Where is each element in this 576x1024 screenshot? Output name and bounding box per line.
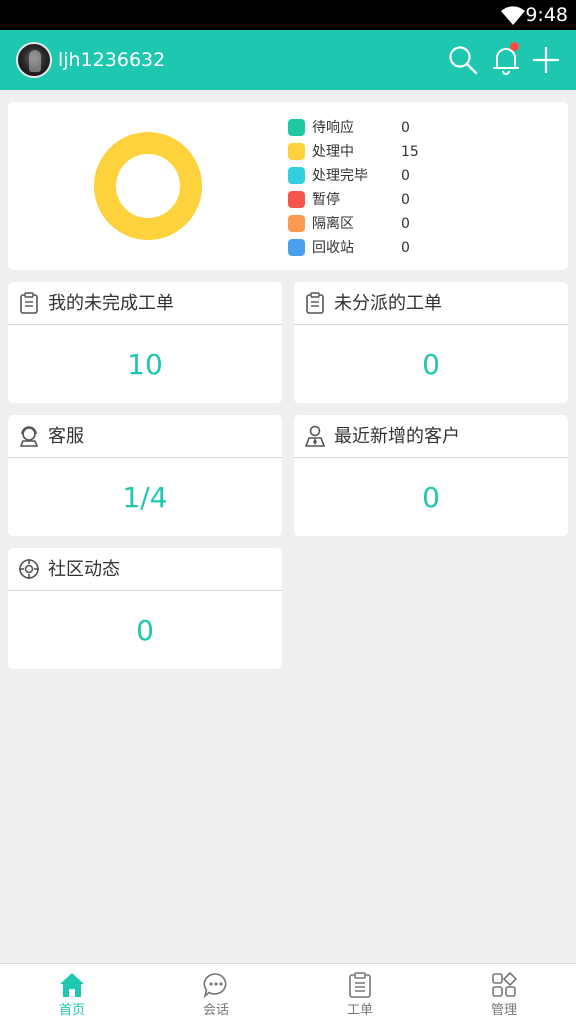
tile-value: 1/4 <box>122 481 168 514</box>
tile-unassigned-tickets[interactable]: 未分派的工单 0 <box>294 282 568 403</box>
target-icon <box>19 559 39 579</box>
avatar[interactable] <box>16 42 52 78</box>
legend-value: 0 <box>401 240 410 256</box>
agent-icon <box>19 426 39 447</box>
status-legend: 待响应 0 处理中 15 处理完毕 0 暂停 0 隔离区 0 回收站 0 <box>288 116 448 260</box>
legend-swatch <box>288 119 305 136</box>
legend-swatch <box>288 167 305 184</box>
nav-label: 管理 <box>490 1003 517 1018</box>
tile-recent-new-customers[interactable]: 最近新增的客户 0 <box>294 415 568 536</box>
status-bar: 9:48 <box>0 0 576 30</box>
tile-header: 我的未完成工单 <box>8 282 282 325</box>
tile-header: 社区动态 <box>8 548 282 591</box>
bottom-navigation: 首页 会话 工单 管理 <box>0 963 576 1024</box>
legend-row-paused: 暂停 0 <box>288 188 448 212</box>
tile-value: 0 <box>136 614 154 647</box>
nav-label: 工单 <box>346 1003 373 1018</box>
nav-label: 首页 <box>58 1003 85 1018</box>
home-icon <box>60 973 84 997</box>
wifi-icon <box>501 6 525 25</box>
legend-label: 回收站 <box>312 240 354 256</box>
legend-value: 0 <box>401 216 410 232</box>
app-bar: ljh1236632 <box>0 30 576 90</box>
nav-label: 会话 <box>202 1003 229 1018</box>
legend-swatch <box>288 191 305 208</box>
legend-label: 隔离区 <box>312 216 354 232</box>
status-time: 9:48 <box>525 4 568 26</box>
tile-header: 客服 <box>8 415 282 458</box>
legend-swatch <box>288 215 305 232</box>
ticket-status-summary: 待响应 0 处理中 15 处理完毕 0 暂停 0 隔离区 0 回收站 0 <box>8 102 568 270</box>
tile-title: 客服 <box>48 426 84 447</box>
tile-my-unfinished-tickets[interactable]: 我的未完成工单 10 <box>8 282 282 403</box>
tile-title: 社区动态 <box>48 559 120 580</box>
chat-bubble-icon <box>203 973 227 999</box>
status-donut-chart <box>94 132 202 240</box>
tile-value: 10 <box>127 348 163 381</box>
search-icon[interactable] <box>446 43 480 77</box>
legend-value: 15 <box>401 144 419 160</box>
tile-value: 0 <box>422 481 440 514</box>
legend-swatch <box>288 143 305 160</box>
tile-header: 最近新增的客户 <box>294 415 568 458</box>
grid-icon <box>492 971 518 997</box>
tile-title: 未分派的工单 <box>334 293 442 314</box>
nav-manage[interactable]: 管理 <box>432 964 576 1024</box>
user-tie-icon <box>304 425 326 447</box>
tile-title: 我的未完成工单 <box>48 293 174 314</box>
legend-swatch <box>288 239 305 256</box>
clipboard-icon <box>349 972 371 998</box>
legend-label: 处理完毕 <box>312 168 368 184</box>
clipboard-icon <box>306 292 324 314</box>
nav-home[interactable]: 首页 <box>0 964 144 1024</box>
legend-row-recycle-bin: 回收站 0 <box>288 236 448 260</box>
nav-tickets[interactable]: 工单 <box>288 964 432 1024</box>
legend-row-quarantine: 隔离区 0 <box>288 212 448 236</box>
nav-chat[interactable]: 会话 <box>144 964 288 1024</box>
clipboard-icon <box>20 292 38 314</box>
legend-row-processing: 处理中 15 <box>288 140 448 164</box>
notification-bell-button[interactable] <box>489 42 523 77</box>
tile-value: 0 <box>422 348 440 381</box>
tile-header: 未分派的工单 <box>294 282 568 325</box>
tile-community-activity[interactable]: 社区动态 0 <box>8 548 282 669</box>
legend-value: 0 <box>401 120 410 136</box>
tile-customer-service[interactable]: 客服 1/4 <box>8 415 282 536</box>
legend-label: 暂停 <box>312 192 340 208</box>
legend-value: 0 <box>401 192 410 208</box>
plus-icon[interactable] <box>529 43 563 77</box>
legend-row-done: 处理完毕 0 <box>288 164 448 188</box>
tile-title: 最近新增的客户 <box>334 426 460 447</box>
notification-dot <box>510 42 519 51</box>
legend-label: 待响应 <box>312 120 354 136</box>
legend-value: 0 <box>401 168 410 184</box>
legend-label: 处理中 <box>312 144 354 160</box>
legend-row-pending: 待响应 0 <box>288 116 448 140</box>
username: ljh1236632 <box>58 49 166 71</box>
